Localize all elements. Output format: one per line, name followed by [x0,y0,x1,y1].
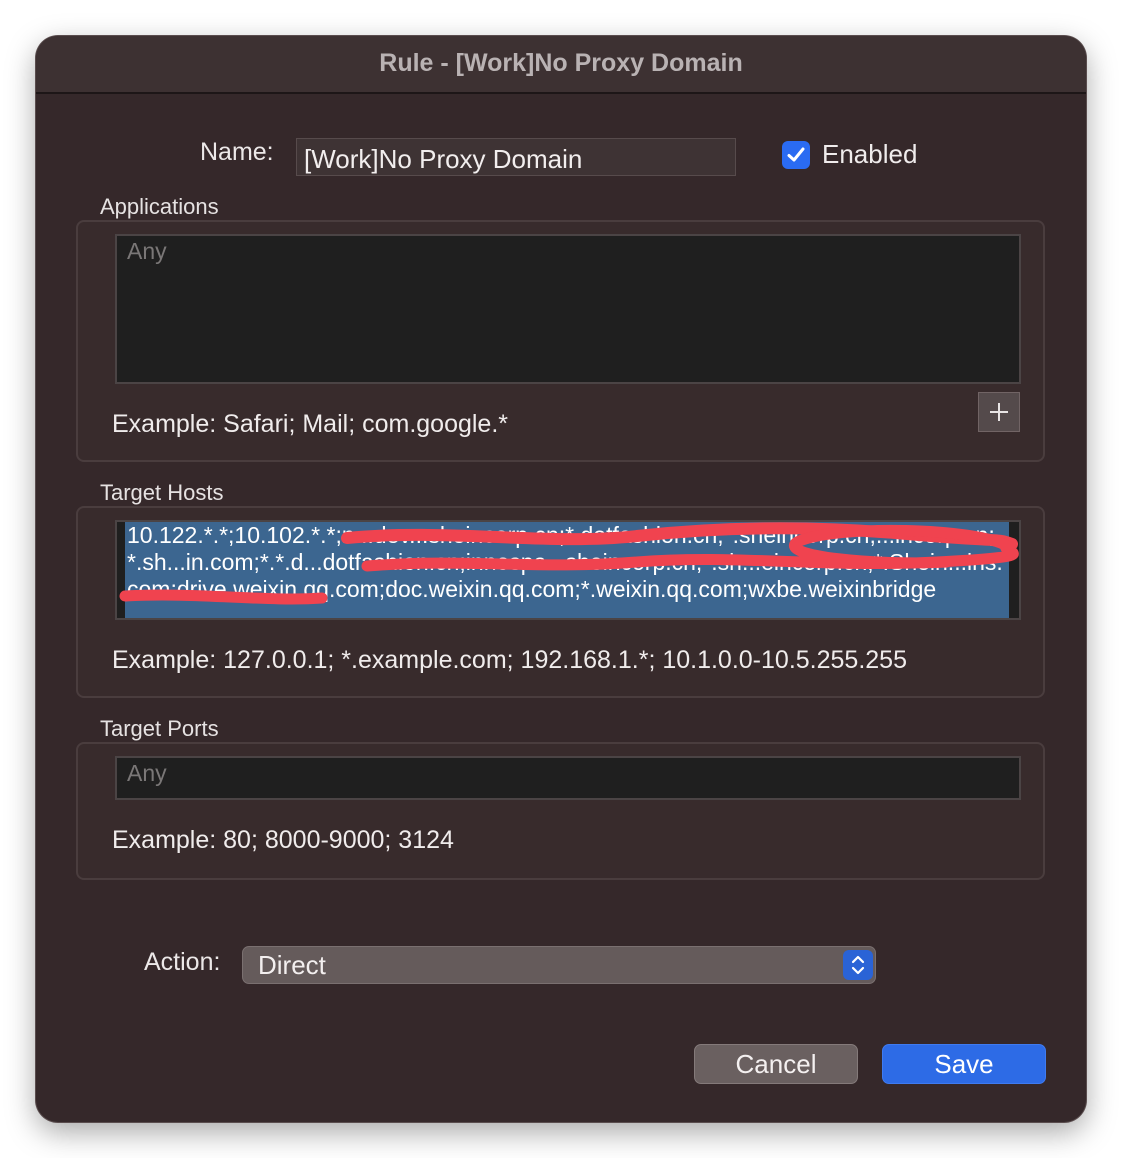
action-select-value: Direct [258,950,326,980]
target-ports-title: Target Ports [100,716,219,741]
add-application-button[interactable] [978,392,1020,432]
action-select[interactable]: Direct [242,946,876,984]
target-hosts-group: 10.122.*.*;10.102.*.*;n...dev...sheincor… [76,506,1045,698]
enabled-label[interactable]: Enabled [822,139,917,170]
enabled-checkbox[interactable] [782,141,810,169]
target-hosts-example: Example: 127.0.0.1; *.example.com; 192.1… [112,646,907,674]
save-button[interactable]: Save [882,1044,1046,1084]
target-ports-placeholder: Any [127,760,167,786]
applications-title: Applications [100,194,219,219]
target-ports-example: Example: 80; 8000-9000; 3124 [112,826,454,854]
cancel-button[interactable]: Cancel [694,1044,858,1084]
rule-dialog: Rule - [Work]No Proxy Domain Name: [Work… [36,36,1086,1122]
window-title: Rule - [Work]No Proxy Domain [36,36,1086,94]
redaction-scribble [119,522,1019,605]
target-ports-field[interactable]: Any [115,756,1021,800]
target-hosts-title: Target Hosts [100,480,224,505]
applications-example: Example: Safari; Mail; com.google.* [112,410,509,438]
applications-group: Any Example: Safari; Mail; com.google.* [76,220,1045,462]
name-label: Name: [200,138,274,166]
checkmark-icon [787,147,805,162]
applications-field[interactable]: Any [115,234,1021,384]
applications-placeholder: Any [127,238,167,264]
chevron-up-down-icon [843,950,873,980]
name-input[interactable]: [Work]No Proxy Domain [296,138,736,176]
plus-icon [990,403,1008,421]
target-hosts-field[interactable]: 10.122.*.*;10.102.*.*;n...dev...sheincor… [115,520,1021,620]
target-ports-group: Any Example: 80; 8000-9000; 3124 [76,742,1045,880]
action-label: Action: [144,948,221,976]
